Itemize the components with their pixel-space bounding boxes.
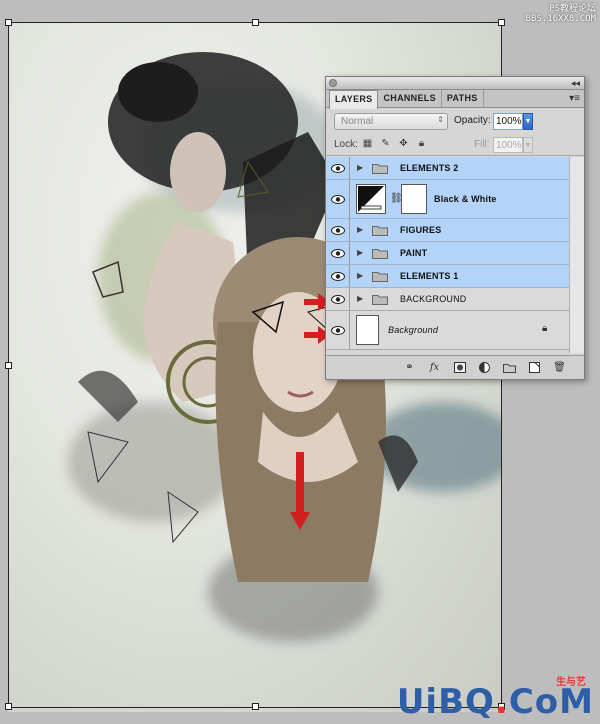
- panel-titlebar[interactable]: ◂◂: [326, 77, 584, 90]
- close-icon[interactable]: [329, 79, 337, 87]
- layer-name: Black & White: [434, 194, 497, 204]
- expand-triangle-icon[interactable]: ▶: [357, 294, 363, 303]
- eye-icon[interactable]: [326, 219, 350, 241]
- transform-handle[interactable]: [252, 703, 259, 710]
- eye-icon[interactable]: [326, 242, 350, 264]
- panel-tabbar: LAYERS CHANNELS PATHS ▾≡: [326, 90, 584, 109]
- add-mask-icon[interactable]: [453, 361, 466, 374]
- layer-name: Background: [388, 325, 439, 335]
- expand-triangle-icon[interactable]: ▶: [357, 225, 363, 234]
- fill-dropdown-button[interactable]: ▼: [523, 137, 533, 153]
- layer-row-elements-2[interactable]: ▶ ELEMENTS 2: [326, 157, 569, 180]
- blend-options-row: Normal ⇕ Opacity: 100% ▼: [326, 108, 584, 134]
- transform-handle[interactable]: [5, 703, 12, 710]
- tab-layers[interactable]: LAYERS: [329, 90, 379, 109]
- layer-style-fx-icon[interactable]: fx: [428, 361, 441, 374]
- transform-handle[interactable]: [498, 19, 505, 26]
- eye-icon[interactable]: [326, 311, 350, 349]
- layer-name: BACKGROUND: [400, 294, 467, 304]
- fill-input[interactable]: 100%: [493, 137, 523, 153]
- expand-triangle-icon[interactable]: ▶: [357, 248, 363, 257]
- transform-handle[interactable]: [252, 19, 259, 26]
- delete-layer-icon[interactable]: 🗑︎: [553, 361, 566, 374]
- layer-lock-icon: 🔒︎: [542, 323, 548, 334]
- panel-bottom-toolbar: ⚭ fx 🗑︎: [326, 355, 584, 379]
- layers-list: ▶ ELEMENTS 2 ⛓︎ Black & White ▶ FIGURES …: [326, 157, 569, 353]
- eye-icon[interactable]: [326, 157, 350, 179]
- tab-paths[interactable]: PATHS: [442, 90, 484, 108]
- watermark-line1: PS教程论坛: [549, 4, 596, 14]
- layer-row-elements-1[interactable]: ▶ ELEMENTS 1: [326, 265, 569, 288]
- layers-panel: ◂◂ LAYERS CHANNELS PATHS ▾≡ Normal ⇕ Opa…: [325, 76, 585, 380]
- layer-row-paint[interactable]: ▶ PAINT: [326, 242, 569, 265]
- watermark-dot: .: [494, 682, 509, 722]
- collapse-icon[interactable]: ◂◂: [571, 77, 580, 89]
- adjustment-layer-icon[interactable]: [478, 361, 491, 374]
- blend-mode-value: Normal: [341, 116, 374, 127]
- watermark-top: PS教程论坛 BBS.16XX8.COM: [526, 4, 596, 24]
- watermark-line2: BBS.16XX8.COM: [525, 14, 596, 24]
- folder-icon: [372, 295, 388, 305]
- folder-icon: [372, 272, 388, 282]
- watermark-bottom: UiBQ.CoM: [397, 682, 594, 722]
- layer-row-black-white[interactable]: ⛓︎ Black & White: [326, 180, 569, 219]
- layer-row-figures[interactable]: ▶ FIGURES: [326, 219, 569, 242]
- eye-icon[interactable]: [326, 288, 350, 310]
- opacity-label: Opacity:: [454, 115, 491, 126]
- expand-triangle-icon[interactable]: ▶: [357, 271, 363, 280]
- eye-icon[interactable]: [326, 180, 350, 218]
- layer-row-background-group[interactable]: ▶ BACKGROUND: [326, 288, 569, 311]
- folder-icon: [372, 226, 388, 236]
- panel-menu-icon[interactable]: ▾≡: [569, 93, 580, 104]
- opacity-dropdown-button[interactable]: ▼: [523, 113, 533, 130]
- lock-label: Lock:: [334, 139, 358, 150]
- adjustment-thumbnail[interactable]: [356, 184, 386, 214]
- layers-scrollbar[interactable]: [569, 157, 584, 353]
- lock-image-icon[interactable]: ✎: [380, 138, 391, 149]
- folder-icon: [372, 249, 388, 259]
- eye-icon[interactable]: [326, 265, 350, 287]
- link-layers-icon[interactable]: ⚭: [403, 361, 416, 374]
- layer-name: FIGURES: [400, 225, 442, 235]
- layer-name: ELEMENTS 1: [400, 271, 459, 281]
- transform-handle[interactable]: [5, 362, 12, 369]
- layer-name: ELEMENTS 2: [400, 163, 459, 173]
- lock-transparent-icon[interactable]: ▦: [362, 138, 373, 149]
- blend-mode-select[interactable]: Normal ⇕: [334, 113, 448, 130]
- layer-row-background[interactable]: Background 🔒︎: [326, 311, 569, 350]
- expand-triangle-icon[interactable]: ▶: [357, 163, 363, 172]
- new-layer-icon[interactable]: [528, 361, 541, 374]
- opacity-input[interactable]: 100%: [493, 113, 523, 130]
- lock-all-icon[interactable]: 🔒︎: [416, 138, 427, 149]
- lock-row: Lock: ▦ ✎ ✥ 🔒︎ Fill: 100% ▼: [326, 134, 584, 156]
- select-stepper-icon: ⇕: [437, 115, 444, 124]
- layer-name: PAINT: [400, 248, 428, 258]
- mask-thumbnail[interactable]: [401, 184, 427, 214]
- layer-thumbnail[interactable]: [356, 315, 379, 345]
- lock-position-icon[interactable]: ✥: [398, 138, 409, 149]
- watermark-end: CoM: [508, 682, 594, 722]
- tab-channels[interactable]: CHANNELS: [378, 90, 442, 108]
- new-group-icon[interactable]: [503, 361, 516, 374]
- watermark-main: UiBQ: [396, 682, 495, 722]
- fill-label: Fill:: [474, 139, 490, 150]
- transform-handle[interactable]: [5, 19, 12, 26]
- folder-icon: [372, 164, 388, 174]
